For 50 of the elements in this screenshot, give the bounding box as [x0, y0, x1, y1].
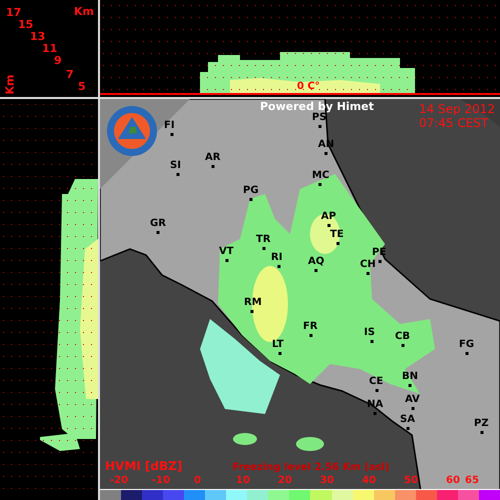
city-label: AR — [205, 152, 220, 163]
height-unit-label: Km — [4, 74, 16, 94]
height-unit-label: Km — [74, 5, 94, 18]
city-label: FG — [459, 339, 474, 350]
scale-tick-label: 40 — [362, 475, 376, 486]
scale-tick-label: 50 — [404, 475, 418, 486]
city-label: VT — [219, 246, 234, 257]
height-tick-label: 5 — [78, 80, 86, 93]
city-label: CE — [369, 376, 384, 387]
scale-tick-label: 10 — [236, 475, 250, 486]
city-label: PG — [243, 185, 259, 196]
civil-protection-logo-icon — [106, 105, 158, 157]
city-label: AP — [321, 211, 336, 222]
scale-tick-label: 60 — [446, 475, 460, 486]
scale-tick-label: 20 — [278, 475, 292, 486]
city-label: AQ — [308, 256, 324, 267]
height-tick-label: 15 — [18, 18, 34, 31]
height-tick-label: 11 — [42, 42, 58, 55]
city-label: BN — [402, 371, 418, 382]
time-text: 07:45 CEST — [418, 116, 488, 130]
city-label: MC — [312, 170, 330, 181]
city-label: IS — [364, 327, 375, 338]
city-label: RI — [271, 252, 282, 263]
freezing-level-text: Freezing level 2.56 Km (asl) — [232, 462, 390, 473]
city-label: FI — [164, 120, 175, 131]
city-label: CH — [360, 259, 376, 270]
height-tick-label: 17 — [6, 6, 22, 19]
city-label: GR — [150, 218, 166, 229]
scale-tick-label: -10 — [152, 475, 170, 486]
height-tick-label: 9 — [54, 54, 62, 67]
legend-title: HVMI [dBZ] — [105, 459, 182, 473]
scale-tick-label: 0 — [194, 475, 201, 486]
scale-tick-label: 30 — [320, 475, 334, 486]
isotherm-label: 0 C° — [297, 81, 320, 92]
city-label: AV — [405, 394, 420, 405]
height-tick-label: 13 — [30, 30, 46, 43]
city-label: SA — [400, 414, 415, 425]
city-label: CB — [395, 331, 410, 342]
city-label: LT — [272, 339, 284, 350]
city-label: SI — [170, 160, 181, 171]
city-label: RM — [244, 297, 262, 308]
scale-tick-label: -20 — [110, 475, 128, 486]
city-label: TE — [330, 229, 344, 240]
credit-text: Powered by Himet — [260, 100, 374, 113]
scale-tick-label: 65 — [465, 475, 479, 486]
city-label: FR — [303, 321, 318, 332]
date-text: 14 Sep 2012 — [418, 102, 495, 116]
city-label: PZ — [474, 418, 489, 429]
city-label: TR — [256, 234, 271, 245]
height-tick-label: 7 — [66, 68, 74, 81]
